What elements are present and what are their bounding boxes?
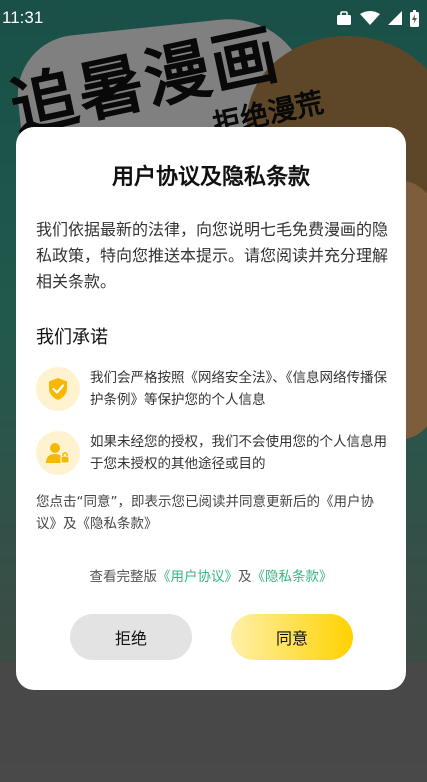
user-agreement-link[interactable]: 《用户协议》	[157, 569, 238, 585]
wifi-icon	[360, 10, 380, 26]
battery-icon	[410, 9, 419, 27]
links-prefix: 查看完整版	[89, 569, 158, 585]
briefcase-icon	[336, 10, 352, 26]
privacy-terms-link[interactable]: 《隐私条款》	[252, 569, 333, 585]
promise-item: 我们会严格按照《网络安全法》、《信息网络传播保护条例》等保护您的个人信息	[36, 367, 388, 411]
dialog-intro-text: 我们依据最新的法律，向您说明七毛免费漫画的隐私政策，特向您推送本提示。请您阅读并…	[36, 220, 389, 291]
promise-text: 如果未经您的授权，我们不会使用您的个人信息用于您未授权的其他途径或目的	[90, 434, 387, 472]
full-terms-links: 查看完整版《用户协议》及《隐私条款》	[16, 565, 406, 585]
shield-check-icon	[36, 367, 80, 411]
signal-icon	[388, 10, 402, 26]
privacy-dialog: 用户协议及隐私条款 我们依据最新的法律，向您说明七毛免费漫画的隐私政策，特向您推…	[16, 127, 406, 690]
status-bar: 11:31	[0, 0, 427, 36]
links-joiner: 及	[238, 569, 252, 585]
agree-button[interactable]: 同意	[231, 614, 353, 660]
consent-text: 您点击“同意”，即表示您已阅读并同意更新后的《用户协议》及《隐私条款》	[36, 494, 374, 532]
reject-button[interactable]: 拒绝	[70, 614, 192, 660]
user-lock-icon	[36, 431, 80, 475]
promises-heading: 我们承诺	[36, 327, 108, 348]
status-time: 11:31	[2, 8, 44, 27]
dialog-title: 用户协议及隐私条款	[111, 165, 310, 190]
promise-text: 我们会严格按照《网络安全法》、《信息网络传播保护条例》等保护您的个人信息	[90, 370, 387, 408]
status-icons	[336, 9, 419, 27]
promise-item: 如果未经您的授权，我们不会使用您的个人信息用于您未授权的其他途径或目的	[36, 431, 388, 475]
